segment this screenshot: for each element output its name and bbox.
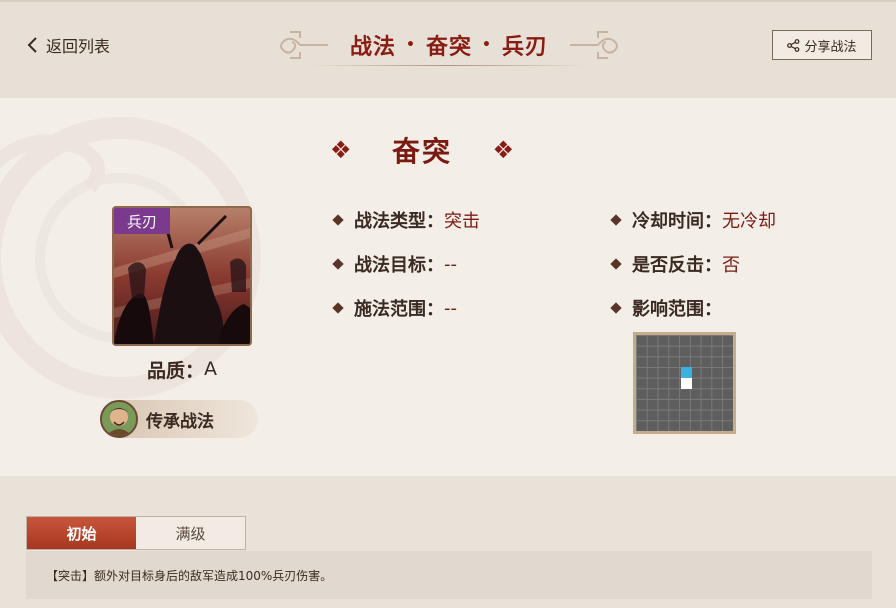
general-portrait-icon bbox=[102, 402, 136, 436]
page-title-text: 战法 • 奋突 • 兵刃 bbox=[350, 29, 548, 61]
attr-skill-target: 战法目标： -- bbox=[332, 251, 457, 277]
bullet-diamond-icon bbox=[610, 258, 622, 270]
attr-skill-type: 战法类型： 突击 bbox=[332, 207, 480, 233]
skill-description: 【突击】额外对目标身后的敌军造成100%兵刃伤害。 bbox=[26, 551, 872, 599]
quality-value: A bbox=[204, 358, 217, 380]
attr-cast-range: 施法范围： -- bbox=[332, 295, 457, 321]
attr-key: 施法范围： bbox=[354, 299, 444, 320]
attr-key: 冷却时间： bbox=[632, 211, 722, 232]
title-separator: • bbox=[482, 37, 492, 53]
title-part-category: 战法 bbox=[350, 35, 397, 60]
attr-value: -- bbox=[444, 253, 457, 275]
quality-label: 品质： bbox=[146, 359, 204, 382]
bullet-diamond-icon bbox=[332, 258, 344, 270]
share-label: 分享战法 bbox=[804, 39, 857, 55]
attr-counterattack: 是否反击： 否 bbox=[610, 251, 740, 277]
attr-key: 影响范围： bbox=[632, 299, 722, 320]
title-ornament-left-icon bbox=[280, 31, 328, 59]
skill-quality: 品质： A bbox=[112, 356, 252, 382]
attr-effect-range: 影响范围： bbox=[610, 295, 722, 321]
page-title: 战法 • 奋突 • 兵刃 bbox=[270, 22, 628, 68]
ornament-diamond-icon: ❖ bbox=[492, 136, 514, 164]
attr-value: 否 bbox=[722, 255, 740, 276]
skill-detail-panel: ❖ 奋突 ❖ 兵刃 品质： A 传承战法 战法类型： 突击 战法目标： -- 施… bbox=[0, 98, 896, 476]
title-part-type: 兵刃 bbox=[501, 35, 548, 60]
skill-portrait: 兵刃 bbox=[112, 206, 252, 346]
title-part-name: 奋突 bbox=[425, 35, 472, 60]
skill-type-tag: 兵刃 bbox=[114, 208, 170, 234]
attr-cooldown: 冷却时间： 无冷却 bbox=[610, 207, 776, 233]
ornament-diamond-icon: ❖ bbox=[330, 136, 352, 164]
level-tabs: 初始 满级 bbox=[26, 516, 246, 550]
bullet-diamond-icon bbox=[610, 302, 622, 314]
share-skill-button[interactable]: 分享战法 bbox=[772, 30, 872, 60]
attr-key: 是否反击： bbox=[632, 255, 722, 276]
attr-value: 突击 bbox=[444, 211, 480, 232]
effect-range-grid bbox=[633, 332, 736, 434]
bullet-diamond-icon bbox=[332, 302, 344, 314]
back-to-list-link[interactable]: 返回列表 bbox=[26, 34, 110, 56]
tab-initial[interactable]: 初始 bbox=[27, 517, 136, 549]
tab-max-level[interactable]: 满级 bbox=[136, 517, 245, 549]
title-separator: • bbox=[406, 37, 416, 53]
attr-key: 战法目标： bbox=[354, 255, 444, 276]
skill-name: 奋突 bbox=[391, 135, 452, 168]
general-avatar bbox=[100, 400, 138, 438]
back-label: 返回列表 bbox=[46, 37, 111, 56]
inherit-skill-button[interactable]: 传承战法 bbox=[100, 400, 258, 438]
title-underline bbox=[310, 65, 588, 66]
attr-value: 无冷却 bbox=[722, 211, 776, 232]
bullet-diamond-icon bbox=[610, 214, 622, 226]
title-ornament-right-icon bbox=[570, 31, 618, 59]
grid-self-cell bbox=[681, 378, 692, 389]
bullet-diamond-icon bbox=[332, 214, 344, 226]
skill-name-heading: ❖ 奋突 ❖ bbox=[330, 128, 514, 172]
attr-key: 战法类型： bbox=[354, 211, 444, 232]
share-icon bbox=[787, 38, 800, 52]
chevron-left-icon bbox=[27, 37, 37, 53]
grid-target-cell bbox=[681, 367, 692, 378]
attr-value: -- bbox=[444, 297, 457, 319]
inherit-skill-label: 传承战法 bbox=[146, 411, 214, 432]
top-bar: 返回列表 战法 • 奋突 • 兵刃 分享战法 bbox=[0, 0, 896, 98]
